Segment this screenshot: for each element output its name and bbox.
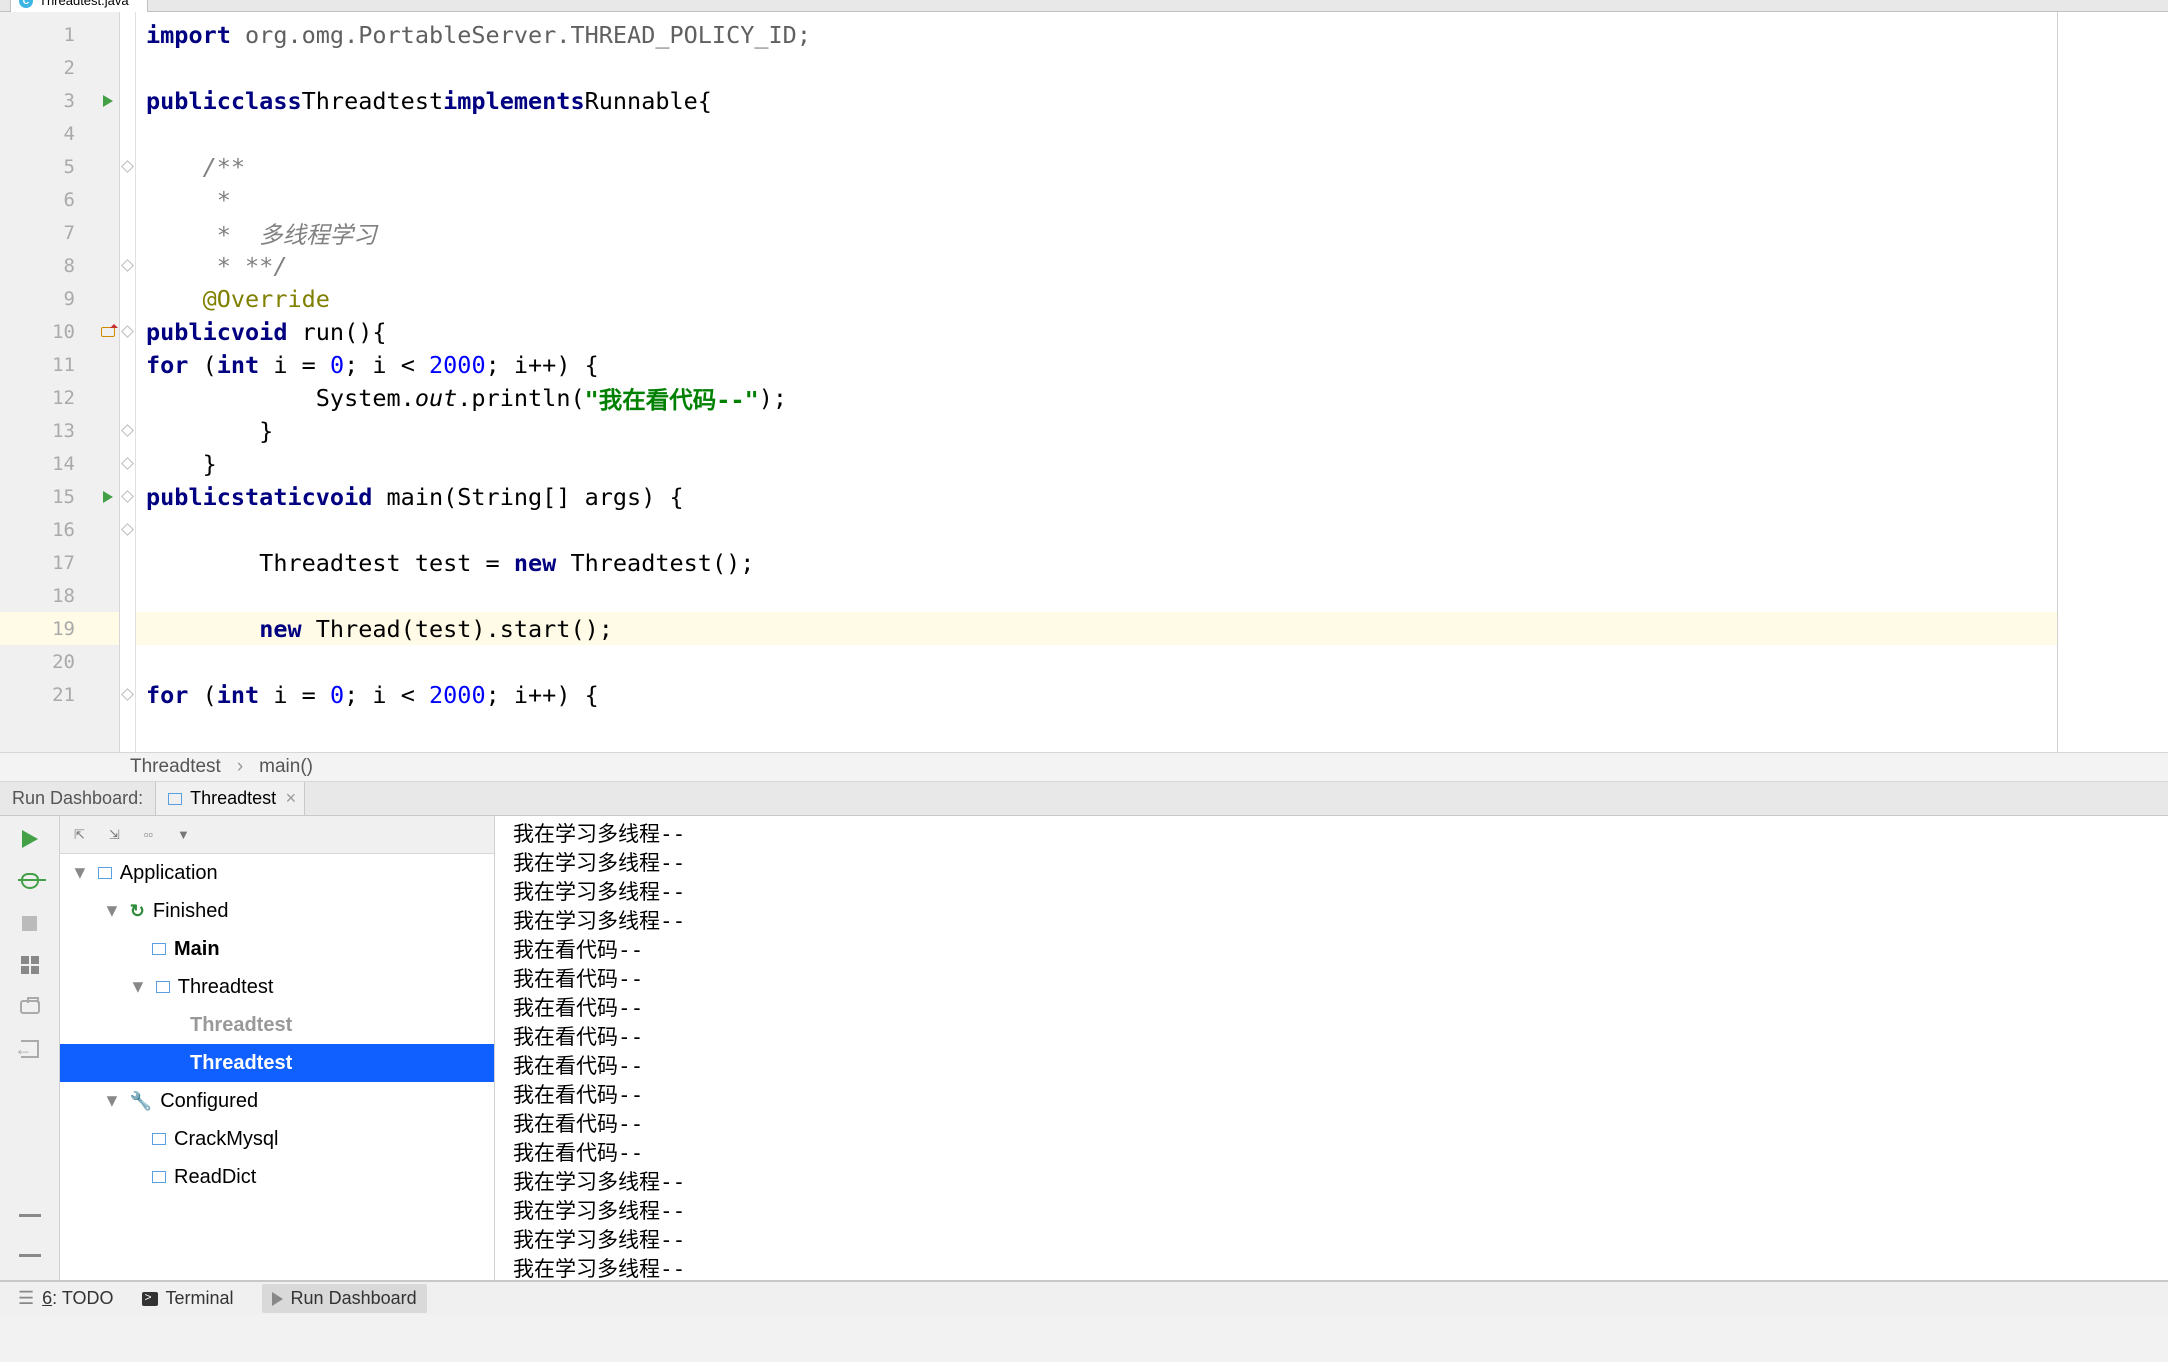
tree-node-threadtest-group[interactable]: ▼Threadtest <box>60 968 494 1006</box>
todo-tool-button[interactable]: 6: TODO <box>18 1288 114 1309</box>
tree-node-threadtest-selected[interactable]: Threadtest <box>60 1044 494 1082</box>
console-line: 我在学习多线程-- <box>513 1255 2168 1280</box>
console-line: 我在学习多线程-- <box>513 820 2168 849</box>
fold-handle[interactable] <box>121 490 134 503</box>
terminal-tool-button[interactable]: Terminal <box>142 1288 234 1309</box>
line-number-gutter: 1 2 3 4 5 6 7 8 9 10 11 12 13 14 15 16 1… <box>0 12 120 752</box>
run-dashboard-tab[interactable]: Threadtest × <box>155 782 305 815</box>
console-line: 我在看代码-- <box>513 1139 2168 1168</box>
console-line: 我在看代码-- <box>513 936 2168 965</box>
gutter-override-icon[interactable] <box>97 321 119 343</box>
tree-toolbar: ⇱ ⇲ ▫▫ ▼ <box>60 816 494 854</box>
console-line: 我在学习多线程-- <box>513 1168 2168 1197</box>
gutter-run-icon[interactable] <box>97 90 119 112</box>
console-line: 我在看代码-- <box>513 1081 2168 1110</box>
run-dashboard-body: ⇱ ⇲ ▫▫ ▼ ▼Application ▼↻Finished Main ▼T… <box>0 816 2168 1281</box>
run-dashboard-title: Run Dashboard: <box>0 788 155 809</box>
java-class-icon: C <box>19 0 33 8</box>
file-tab-label: Threadtest.java <box>39 0 129 8</box>
console-line: 我在看代码-- <box>513 1023 2168 1052</box>
collapse-all-icon[interactable]: ⇲ <box>109 827 120 843</box>
tree-node-application[interactable]: ▼Application <box>60 854 494 892</box>
tree-node-threadtest-dim[interactable]: Threadtest <box>60 1006 494 1044</box>
debug-button[interactable] <box>19 870 41 892</box>
screenshot-button[interactable] <box>19 996 41 1018</box>
console-line: 我在学习多线程-- <box>513 849 2168 878</box>
exit-button[interactable] <box>19 1038 41 1060</box>
tree-node-readdict[interactable]: ReadDict <box>60 1158 494 1196</box>
code-editor[interactable]: 1 2 3 4 5 6 7 8 9 10 11 12 13 14 15 16 1… <box>0 12 2168 752</box>
editor-right-margin <box>2058 12 2168 752</box>
console-line: 我在学习多线程-- <box>513 1226 2168 1255</box>
breadcrumb-method[interactable]: main() <box>259 756 313 778</box>
fold-gutter <box>120 12 136 752</box>
console-line: 我在学习多线程-- <box>513 878 2168 907</box>
console-line: 我在看代码-- <box>513 1110 2168 1139</box>
fold-handle[interactable] <box>121 688 134 701</box>
console-line: 我在看代码-- <box>513 965 2168 994</box>
stop-button[interactable] <box>19 912 41 934</box>
fold-handle[interactable] <box>121 325 134 338</box>
fold-handle[interactable] <box>121 457 134 470</box>
run-config-tree[interactable]: ▼Application ▼↻Finished Main ▼Threadtest… <box>60 854 494 1280</box>
run-dashboard-tool-button[interactable]: Run Dashboard <box>262 1284 427 1313</box>
bottom-tool-bar: 6: TODO Terminal Run Dashboard <box>0 1281 2168 1315</box>
editor-tab-bar: C Threadtest.java <box>0 0 2168 12</box>
console-line: 我在看代码-- <box>513 1052 2168 1081</box>
fold-handle[interactable] <box>121 523 134 536</box>
run-dashboard-left-toolbar <box>0 816 60 1280</box>
run-dashboard-header: Run Dashboard: Threadtest × <box>0 782 2168 816</box>
collapse-button[interactable] <box>19 1202 41 1224</box>
console-line: 我在学习多线程-- <box>513 907 2168 936</box>
fold-handle[interactable] <box>121 259 134 272</box>
code-content[interactable]: import org.omg.PortableServer.THREAD_POL… <box>136 12 2058 752</box>
filter-icon[interactable]: ▼ <box>177 827 190 842</box>
run-dashboard-tree-panel: ⇱ ⇲ ▫▫ ▼ ▼Application ▼↻Finished Main ▼T… <box>60 816 495 1280</box>
hide-button[interactable] <box>19 1244 41 1266</box>
console-line: 我在学习多线程-- <box>513 1197 2168 1226</box>
close-icon[interactable]: × <box>286 788 297 809</box>
run-button[interactable] <box>19 828 41 850</box>
breadcrumb: Threadtest main() <box>0 752 2168 782</box>
breadcrumb-class[interactable]: Threadtest <box>130 756 221 778</box>
expand-all-icon[interactable]: ⇱ <box>74 827 85 843</box>
console-line: 我在看代码-- <box>513 994 2168 1023</box>
tree-node-configured[interactable]: ▼🔧Configured <box>60 1082 494 1120</box>
console-output[interactable]: 我在学习多线程--我在学习多线程--我在学习多线程--我在学习多线程--我在看代… <box>495 816 2168 1280</box>
tree-node-main[interactable]: Main <box>60 930 494 968</box>
tree-node-finished[interactable]: ▼↻Finished <box>60 892 494 930</box>
fold-handle[interactable] <box>121 160 134 173</box>
file-tab-threadtest[interactable]: C Threadtest.java <box>10 0 148 12</box>
fold-handle[interactable] <box>121 424 134 437</box>
run-config-icon <box>168 793 182 805</box>
group-icon[interactable]: ▫▫ <box>144 827 153 842</box>
layout-button[interactable] <box>19 954 41 976</box>
tree-node-crackmysql[interactable]: CrackMysql <box>60 1120 494 1158</box>
gutter-run-icon[interactable] <box>97 486 119 508</box>
